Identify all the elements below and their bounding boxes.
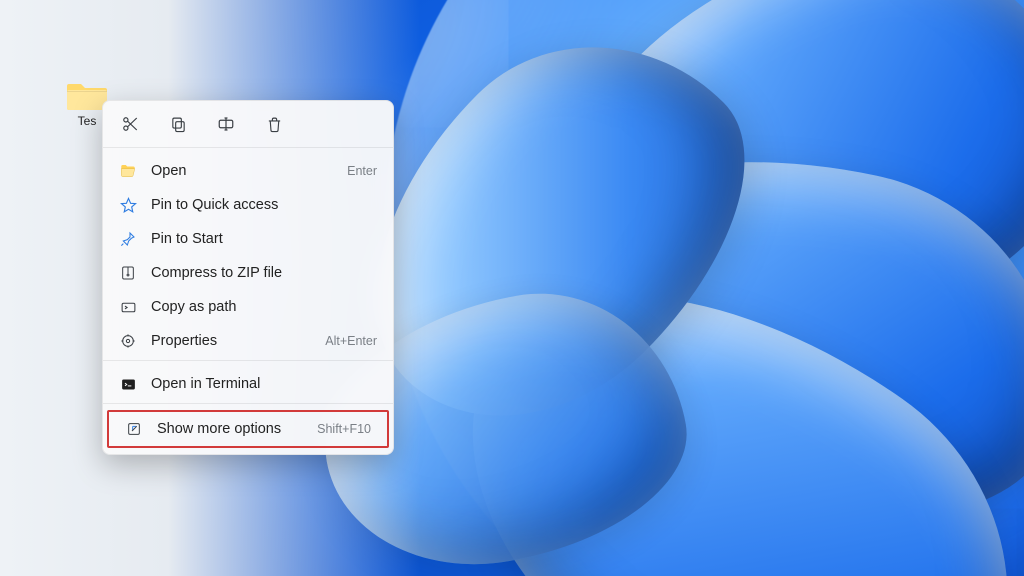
menu-item-properties[interactable]: Properties Alt+Enter: [103, 324, 393, 358]
menu-item-label: Open: [151, 163, 333, 179]
menu-item-label: Pin to Start: [151, 231, 377, 247]
menu-separator: [103, 403, 393, 404]
menu-item-open[interactable]: Open Enter: [103, 154, 393, 188]
cut-button[interactable]: [119, 113, 141, 135]
menu-item-pin-quick-access[interactable]: Pin to Quick access: [103, 188, 393, 222]
trash-icon: [266, 116, 283, 133]
path-icon: [119, 298, 137, 316]
menu-item-label: Properties: [151, 333, 311, 349]
scissors-icon: [121, 115, 139, 133]
delete-button[interactable]: [263, 113, 285, 135]
menu-item-shortcut: Enter: [347, 164, 377, 178]
menu-item-open-terminal[interactable]: Open in Terminal: [103, 367, 393, 401]
menu-item-label: Copy as path: [151, 299, 377, 315]
properties-icon: [119, 332, 137, 350]
menu-item-shortcut: Alt+Enter: [325, 334, 377, 348]
pin-icon: [119, 230, 137, 248]
terminal-icon: [119, 375, 137, 393]
menu-item-pin-start[interactable]: Pin to Start: [103, 222, 393, 256]
menu-item-label: Show more options: [157, 421, 303, 437]
rename-button[interactable]: [215, 113, 237, 135]
star-icon: [119, 196, 137, 214]
menu-item-compress-zip[interactable]: Compress to ZIP file: [103, 256, 393, 290]
menu-item-copy-path[interactable]: Copy as path: [103, 290, 393, 324]
menu-item-shortcut: Shift+F10: [317, 422, 371, 436]
menu-item-label: Open in Terminal: [151, 376, 377, 392]
menu-item-show-more-options[interactable]: Show more options Shift+F10: [107, 410, 389, 448]
menu-item-label: Pin to Quick access: [151, 197, 377, 213]
copy-button[interactable]: [167, 113, 189, 135]
desktop[interactable]: Tes: [0, 0, 1024, 576]
zip-icon: [119, 264, 137, 282]
menu-separator: [103, 147, 393, 148]
menu-item-label: Compress to ZIP file: [151, 265, 377, 281]
rename-icon: [217, 115, 235, 133]
menu-separator: [103, 360, 393, 361]
folder-open-icon: [119, 162, 137, 180]
copy-icon: [170, 116, 187, 133]
show-more-icon: [125, 420, 143, 438]
context-menu-toolbar: [103, 107, 393, 145]
folder-icon: [67, 78, 107, 112]
context-menu: Open Enter Pin to Quick access Pin to St…: [102, 100, 394, 455]
